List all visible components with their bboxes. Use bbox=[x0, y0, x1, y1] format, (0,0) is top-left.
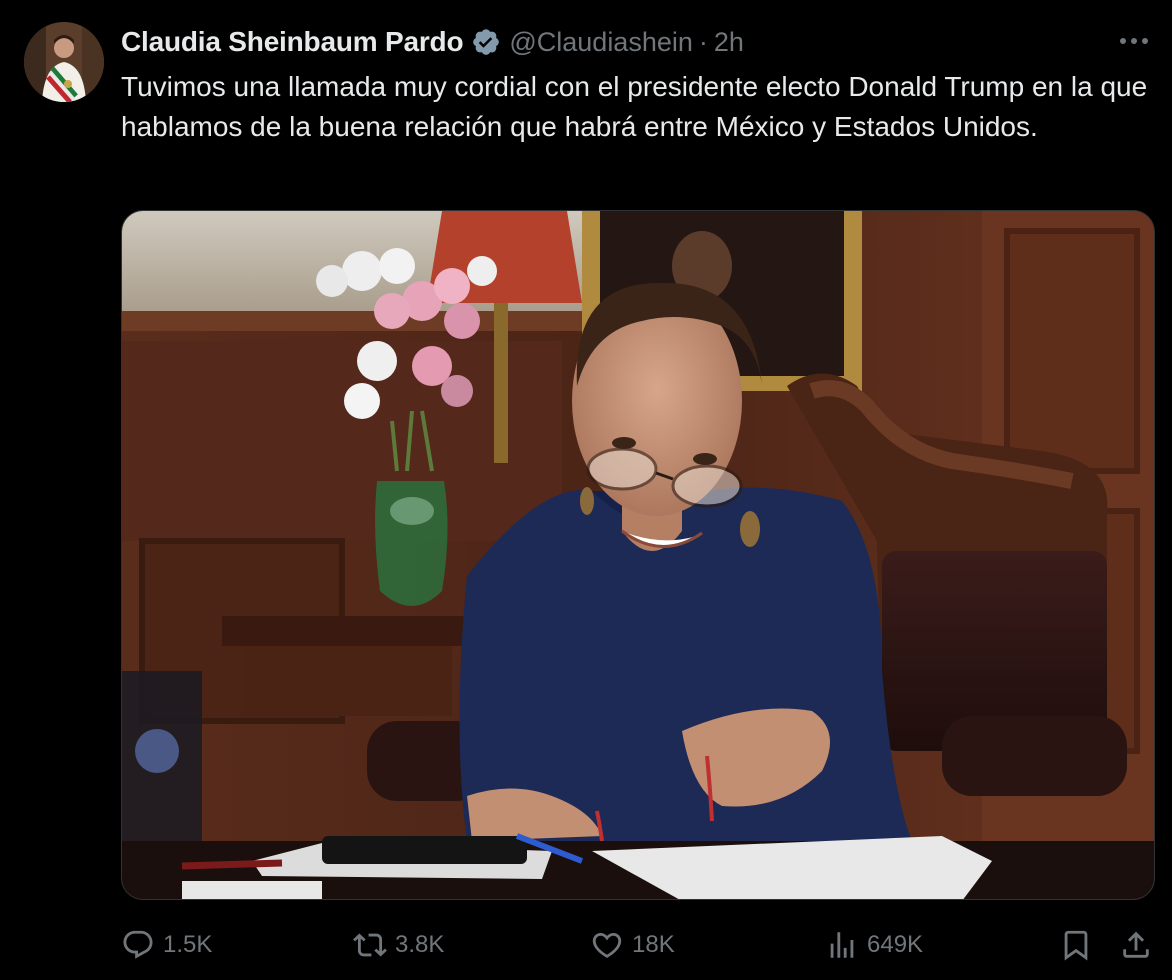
avatar[interactable] bbox=[24, 22, 104, 102]
views-icon bbox=[830, 932, 854, 958]
avatar-image bbox=[24, 22, 104, 102]
photo-image bbox=[122, 211, 1154, 899]
reply-icon bbox=[123, 930, 153, 959]
retweet-count: 3.8K bbox=[395, 931, 445, 958]
share-icon bbox=[1123, 931, 1149, 958]
retweet-button[interactable]: 3.8K bbox=[353, 920, 444, 970]
tweet-timestamp[interactable]: 2h bbox=[714, 27, 744, 58]
views-count: 649K bbox=[867, 931, 924, 958]
tweet-text: Tuvimos una llamada muy cordial con el p… bbox=[121, 71, 1148, 142]
like-button[interactable]: 18K bbox=[590, 920, 675, 970]
bookmark-icon bbox=[1064, 930, 1088, 961]
reply-button[interactable]: 1.5K bbox=[121, 920, 212, 970]
separator-dot: · bbox=[698, 26, 708, 57]
like-icon bbox=[592, 932, 622, 958]
retweet-icon bbox=[353, 933, 387, 957]
bookmark-button[interactable] bbox=[1059, 920, 1101, 970]
tweet-header: Claudia Sheinbaum Pardo @Claudiashein · … bbox=[121, 24, 744, 60]
reply-count: 1.5K bbox=[163, 931, 213, 958]
views-button[interactable]: 649K bbox=[825, 920, 923, 970]
tweet[interactable]: Claudia Sheinbaum Pardo @Claudiashein · … bbox=[0, 0, 1172, 980]
tweet-photo[interactable] bbox=[121, 210, 1155, 900]
display-name[interactable]: Claudia Sheinbaum Pardo bbox=[121, 26, 464, 58]
tweet-actions: 1.5K 3.8K 18K 649K bbox=[121, 920, 1161, 970]
share-button[interactable] bbox=[1119, 920, 1161, 970]
more-icon[interactable] bbox=[1116, 26, 1152, 56]
like-count: 18K bbox=[632, 931, 675, 958]
verified-badge-icon bbox=[471, 27, 501, 57]
author-handle[interactable]: @Claudiashein bbox=[509, 27, 693, 58]
